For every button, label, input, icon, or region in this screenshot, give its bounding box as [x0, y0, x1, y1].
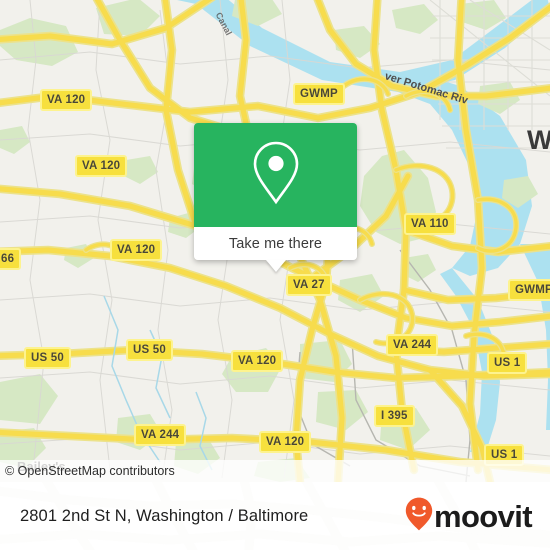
moovit-logo[interactable]: moovit [405, 497, 533, 536]
road-shield: GWMP [508, 279, 550, 301]
moovit-wordmark: moovit [433, 498, 533, 534]
road-shield: VA 244 [134, 424, 187, 446]
map-attribution-bar: © OpenStreetMap contributors [0, 460, 550, 482]
map-pin-icon [249, 140, 303, 211]
road-shield: VA 27 [286, 274, 332, 296]
footer-bar: 2801 2nd St N, Washington / Baltimore mo… [0, 482, 550, 550]
footer-content: 2801 2nd St N, Washington / Baltimore mo… [0, 482, 550, 550]
screenshot-root: VA 120 VA 120 VA 120 66 GWMP VA 110 GWMP VA 27 V… [0, 0, 550, 550]
road-shield: I 395 [374, 405, 415, 427]
road-shield: US 1 [487, 352, 528, 374]
road-shield: VA 110 [404, 213, 456, 235]
address-label: 2801 2nd St N, Washington / Baltimore [20, 506, 309, 525]
road-shield: VA 120 [40, 89, 93, 111]
destination-popup-card[interactable]: Take me there [194, 123, 357, 272]
popup-icon-panel [194, 123, 357, 227]
map-canvas[interactable]: VA 120 VA 120 VA 120 66 GWMP VA 110 GWMP VA 27 V… [0, 0, 550, 482]
road-shield: 66 [0, 248, 22, 270]
road-shield: GWMP [293, 83, 345, 105]
popup-pointer-tail [265, 260, 286, 272]
popup-action-panel[interactable]: Take me there [194, 227, 357, 272]
place-label: W [527, 125, 550, 155]
road-shield: US 50 [126, 339, 173, 361]
road-shield: US 50 [24, 347, 71, 369]
road-shield: VA 120 [75, 155, 128, 177]
road-shield: VA 244 [386, 334, 439, 356]
take-me-there-label: Take me there [228, 235, 323, 252]
road-shield: VA 120 [259, 431, 312, 453]
moovit-pin-smiley-icon [405, 497, 433, 536]
road-shield: VA 120 [231, 350, 284, 372]
road-shield: VA 120 [110, 239, 163, 261]
osm-attribution-text[interactable]: © OpenStreetMap contributors [5, 464, 175, 478]
